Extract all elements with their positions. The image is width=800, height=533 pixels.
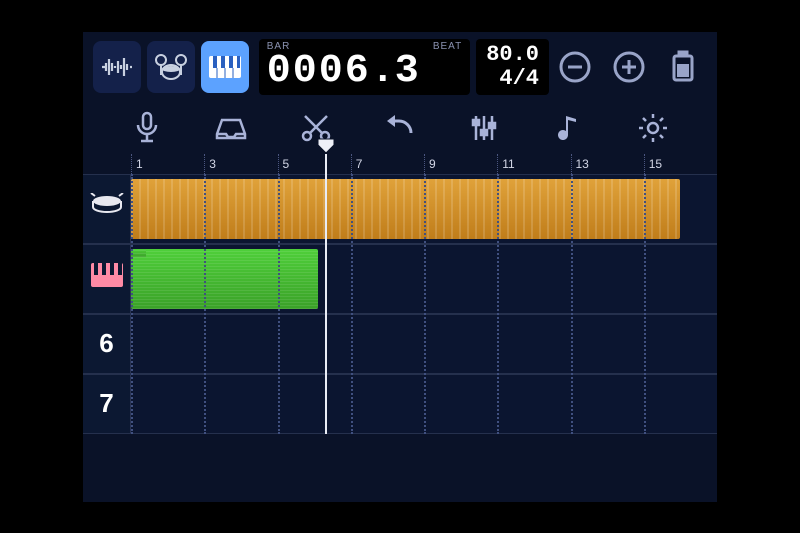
metronome-button[interactable] xyxy=(544,108,594,148)
battery-indicator xyxy=(663,47,703,87)
time-signature: 4/4 xyxy=(499,67,539,90)
ruler-tick: 5 xyxy=(278,154,290,174)
gear-icon xyxy=(636,111,670,145)
tempo-display[interactable]: 80.0 4/4 xyxy=(476,39,549,95)
top-right-controls xyxy=(555,47,703,87)
ruler-tick: 15 xyxy=(644,154,662,174)
sliders-icon xyxy=(469,112,499,144)
zoom-in-button[interactable] xyxy=(609,47,649,87)
top-bar: BAR 0006.3 BEAT 0 80.0 4/4 xyxy=(83,32,717,102)
bar-value: 0006 xyxy=(267,52,371,92)
clip-drums[interactable] xyxy=(131,179,680,239)
keys-head-icon xyxy=(90,262,124,295)
track-head-6[interactable]: 6 xyxy=(83,315,131,373)
clip-keys[interactable] xyxy=(131,249,318,309)
minus-circle-icon xyxy=(558,50,592,84)
toolbar xyxy=(83,102,717,154)
piano-icon xyxy=(207,52,243,82)
ruler-tick: 9 xyxy=(424,154,436,174)
plus-circle-icon xyxy=(612,50,646,84)
mode-drums-button[interactable] xyxy=(147,41,195,93)
drum-head-icon xyxy=(89,193,125,224)
track-label: 6 xyxy=(99,328,113,359)
transport-counter: BAR 0006.3 BEAT 0 xyxy=(259,39,470,95)
settings-button[interactable] xyxy=(628,108,678,148)
battery-icon xyxy=(668,50,698,84)
clip-keys-tail[interactable] xyxy=(131,249,146,257)
beat-value: 3 xyxy=(395,52,419,92)
microphone-icon xyxy=(132,111,162,145)
beat-label: BEAT xyxy=(433,41,462,52)
bpm-value: 80.0 xyxy=(486,43,539,66)
track-head-drums[interactable] xyxy=(83,175,131,243)
mode-keys-button[interactable] xyxy=(201,41,249,93)
waveform-icon xyxy=(100,54,134,80)
ruler-tick: 13 xyxy=(571,154,589,174)
edit-cut-button[interactable] xyxy=(291,108,341,148)
scissors-icon xyxy=(299,112,333,144)
daw-screen: BAR 0006.3 BEAT 0 80.0 4/4 xyxy=(83,32,717,502)
ruler-tick: 11 xyxy=(497,154,514,174)
tracks-area: 6 7 xyxy=(83,174,717,434)
mode-audio-button[interactable] xyxy=(93,41,141,93)
zoom-out-button[interactable] xyxy=(555,47,595,87)
drumkit-icon xyxy=(153,52,189,82)
ruler-tick: 3 xyxy=(204,154,216,174)
ruler-tick: 1 xyxy=(131,154,143,174)
file-button[interactable] xyxy=(206,108,256,148)
track-lane-keys[interactable] xyxy=(131,245,717,313)
track-head-keys[interactable] xyxy=(83,245,131,313)
track-6[interactable]: 6 xyxy=(83,314,717,374)
track-lane-drums[interactable] xyxy=(131,175,717,243)
track-label: 7 xyxy=(99,388,113,419)
track-7[interactable]: 7 xyxy=(83,374,717,434)
ruler-tick: 7 xyxy=(351,154,363,174)
track-keys[interactable] xyxy=(83,244,717,314)
inbox-icon xyxy=(213,114,249,142)
mixer-button[interactable] xyxy=(459,108,509,148)
note-icon xyxy=(556,112,582,144)
track-lane-7[interactable] xyxy=(131,375,717,433)
timeline-ruler[interactable]: 13579111315 xyxy=(131,154,717,174)
undo-button[interactable] xyxy=(375,108,425,148)
track-lane-6[interactable] xyxy=(131,315,717,373)
track-drums[interactable] xyxy=(83,174,717,244)
record-input-button[interactable] xyxy=(122,108,172,148)
track-head-7[interactable]: 7 xyxy=(83,375,131,433)
undo-icon xyxy=(381,113,419,143)
